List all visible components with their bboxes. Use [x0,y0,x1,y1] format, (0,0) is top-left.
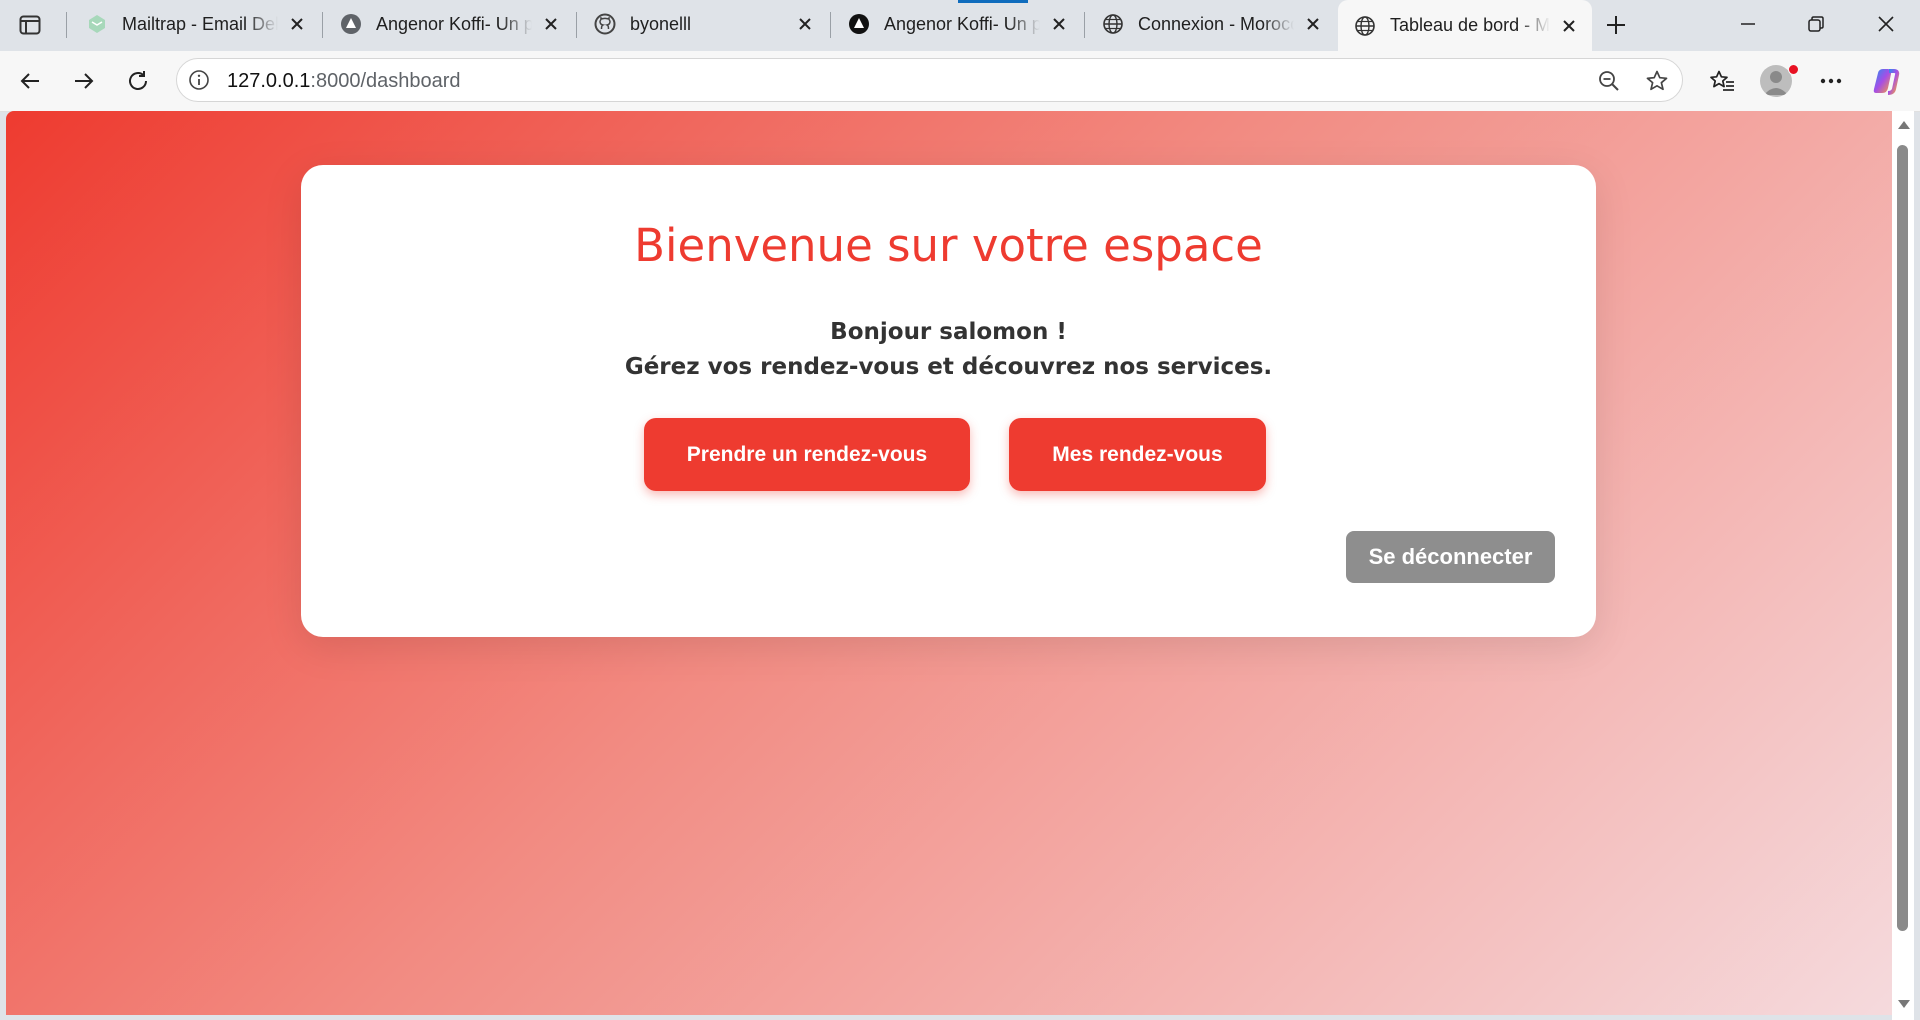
book-appointment-button[interactable]: Prendre un rendez-vous [644,418,970,491]
page-title: Bienvenue sur votre espace [634,219,1263,272]
favorite-star-icon[interactable] [1644,68,1670,94]
page-viewport: Bienvenue sur votre espace Bonjour salom… [6,111,1892,1015]
scroll-up-arrow-icon[interactable] [1898,121,1910,129]
tab-connexion[interactable]: Connexion - Morocco [1086,0,1336,48]
tab-separator [1084,12,1085,38]
tab-separator [576,12,577,38]
scrollbar-thumb[interactable] [1897,145,1908,931]
github-icon [594,13,616,35]
more-options-icon[interactable] [1812,62,1850,100]
tab-close-icon[interactable] [540,13,562,35]
close-window-icon[interactable] [1858,0,1914,48]
new-tab-icon[interactable] [1598,8,1634,42]
angenor-icon [848,13,870,35]
greeting-text: Bonjour salomon ! [830,319,1067,345]
notification-dot [1788,64,1799,75]
tab-angenor-1[interactable]: Angenor Koffi- Un portfolio [324,0,574,48]
globe-icon [1102,13,1124,35]
tab-actions-menu-icon[interactable] [12,10,48,40]
tab-title: Connexion - Morocco [1138,13,1294,34]
restore-icon[interactable] [1788,0,1844,48]
vertical-scrollbar[interactable] [1892,111,1914,1020]
address-bar[interactable]: 127.0.0.1:8000/dashboard [176,58,1683,102]
globe-icon [1354,15,1376,37]
welcome-card: Bienvenue sur votre espace Bonjour salom… [301,165,1596,637]
logout-button[interactable]: Se déconnecter [1346,531,1555,583]
tab-title: Mailtrap - Email Delivery Platform [122,13,278,34]
favorites-icon[interactable] [1703,62,1741,100]
browser-toolbar: 127.0.0.1:8000/dashboard [0,51,1920,112]
tab-close-icon[interactable] [286,13,308,35]
tab-dashboard[interactable]: Tableau de bord - Morocco [1338,0,1592,51]
address-url[interactable]: 127.0.0.1:8000/dashboard [227,70,461,93]
zoom-out-icon[interactable] [1596,68,1622,94]
site-info-icon[interactable] [187,68,211,92]
tab-close-icon[interactable] [1048,13,1070,35]
tab-github[interactable]: byonelll [578,0,828,48]
forward-icon[interactable] [64,61,104,101]
tab-separator [66,12,67,38]
greeting-block: Bonjour salomon ! Gérez vos rendez-vous … [301,315,1596,385]
back-icon[interactable] [10,61,50,101]
tab-title: Tableau de bord - Morocco [1390,15,1550,35]
refresh-icon[interactable] [118,61,158,101]
tab-close-icon[interactable] [1558,15,1580,37]
tab-separator [322,12,323,38]
url-path: :8000/dashboard [310,70,461,92]
tab-strip: Mailtrap - Email Delivery Platform Angen… [0,0,1920,51]
angenor-icon [340,13,362,35]
subtitle-text: Gérez vos rendez-vous et découvrez nos s… [624,354,1273,380]
my-appointments-button[interactable]: Mes rendez-vous [1009,418,1266,491]
tab-title: byonelll [630,13,692,34]
tab-title: Angenor Koffi- Un portfolio [884,13,1040,34]
tab-mailtrap[interactable]: Mailtrap - Email Delivery Platform [70,0,320,48]
tab-title: Angenor Koffi- Un portfolio [376,13,532,34]
tab-close-icon[interactable] [1302,13,1324,35]
url-host: 127.0.0.1 [227,70,311,92]
tab-separator [830,12,831,38]
minimize-icon[interactable] [1720,0,1776,48]
tab-close-icon[interactable] [794,13,816,35]
copilot-icon[interactable] [1866,62,1904,100]
tab-angenor-2[interactable]: Angenor Koffi- Un portfolio [832,0,1082,48]
scroll-down-arrow-icon[interactable] [1898,1000,1910,1008]
mailtrap-icon [86,13,108,35]
